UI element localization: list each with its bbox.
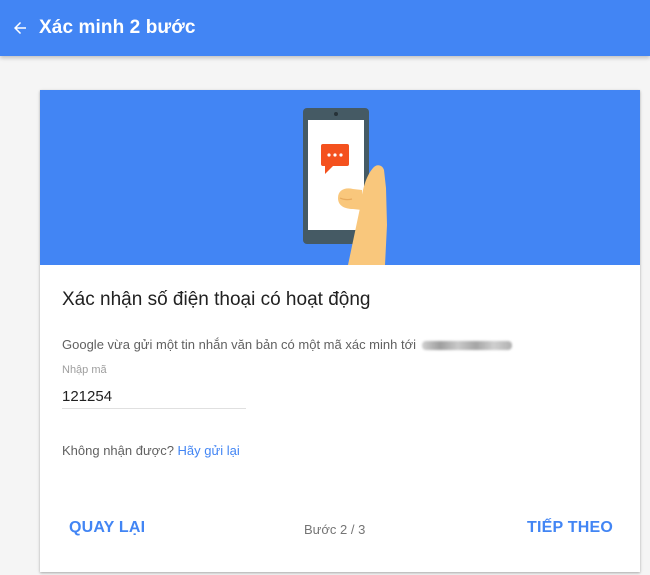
step-indicator: Bước 2 / 3 bbox=[304, 522, 366, 537]
verification-card: Xác nhận số điện thoại có hoạt động Goog… bbox=[40, 90, 640, 572]
resend-prompt: Không nhận được? bbox=[62, 443, 174, 458]
app-bar: Xác minh 2 bước bbox=[0, 0, 650, 56]
next-button[interactable]: TIẾP THEO bbox=[527, 519, 613, 537]
code-field-label: Nhập mã bbox=[62, 364, 107, 376]
page-title: Xác minh 2 bước bbox=[39, 17, 196, 38]
verification-description: Google vừa gửi một tin nhắn văn bản có m… bbox=[62, 337, 512, 352]
redacted-phone-number bbox=[422, 341, 512, 351]
resend-link[interactable]: Hãy gửi lại bbox=[178, 443, 240, 458]
description-text: Google vừa gửi một tin nhắn văn bản có m… bbox=[62, 337, 416, 352]
card-title: Xác nhận số điện thoại có hoạt động bbox=[62, 289, 371, 310]
hero-banner bbox=[40, 90, 640, 265]
back-arrow-button[interactable] bbox=[0, 8, 40, 48]
back-button[interactable]: QUAY LẠI bbox=[69, 519, 145, 537]
verification-code-input[interactable] bbox=[62, 384, 246, 409]
arrow-back-icon bbox=[14, 22, 26, 34]
resend-row: Không nhận được? Hãy gửi lại bbox=[62, 443, 240, 458]
phone-illustration bbox=[303, 108, 387, 265]
